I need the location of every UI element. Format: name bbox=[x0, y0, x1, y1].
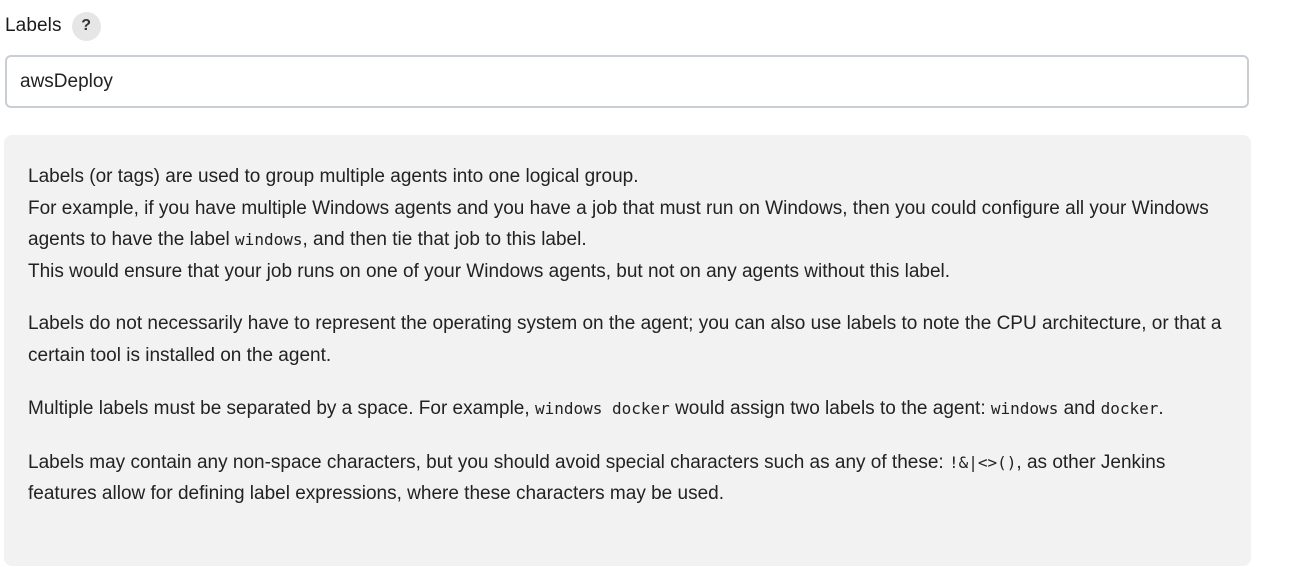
help-paragraph-4: Labels may contain any non-space charact… bbox=[28, 447, 1227, 510]
help-p3-b: would assign two labels to the agent: bbox=[669, 398, 991, 419]
labels-field-label: Labels bbox=[5, 15, 62, 36]
help-p1-line1: Labels (or tags) are used to group multi… bbox=[28, 166, 639, 187]
code-windows: windows bbox=[235, 230, 303, 249]
code-windows-docker: windows docker bbox=[534, 399, 670, 418]
help-glyph: ? bbox=[81, 17, 91, 34]
code-windows-2: windows bbox=[990, 399, 1059, 418]
labels-form-section: Labels ? Labels (or tags) are used to gr… bbox=[0, 0, 1292, 567]
help-p3-c: and bbox=[1058, 398, 1101, 419]
help-p2-text: Labels do not necessarily have to repres… bbox=[28, 313, 1222, 366]
help-paragraph-3: Multiple labels must be separated by a s… bbox=[28, 393, 1227, 425]
help-paragraph-2: Labels do not necessarily have to repres… bbox=[28, 308, 1227, 371]
labels-input[interactable] bbox=[5, 55, 1249, 108]
field-header: Labels ? bbox=[5, 11, 101, 41]
help-p1-line3: This would ensure that your job runs on … bbox=[28, 260, 951, 282]
code-special-chars: !&|<>() bbox=[948, 452, 1017, 472]
help-p1-line2b: , and then tie that job to this label. bbox=[302, 229, 587, 250]
help-p3-a: Multiple labels must be separated by a s… bbox=[28, 398, 535, 419]
help-panel: Labels (or tags) are used to group multi… bbox=[4, 135, 1251, 566]
help-p4-a: Labels may contain any non-space charact… bbox=[28, 451, 949, 473]
code-docker: docker bbox=[1100, 399, 1159, 418]
help-paragraph-1: Labels (or tags) are used to group multi… bbox=[28, 161, 1227, 287]
help-p3-d: . bbox=[1158, 398, 1164, 419]
question-mark-icon[interactable]: ? bbox=[71, 11, 101, 41]
help-p1-line2a: For example, if you have multiple Window… bbox=[28, 197, 1209, 251]
